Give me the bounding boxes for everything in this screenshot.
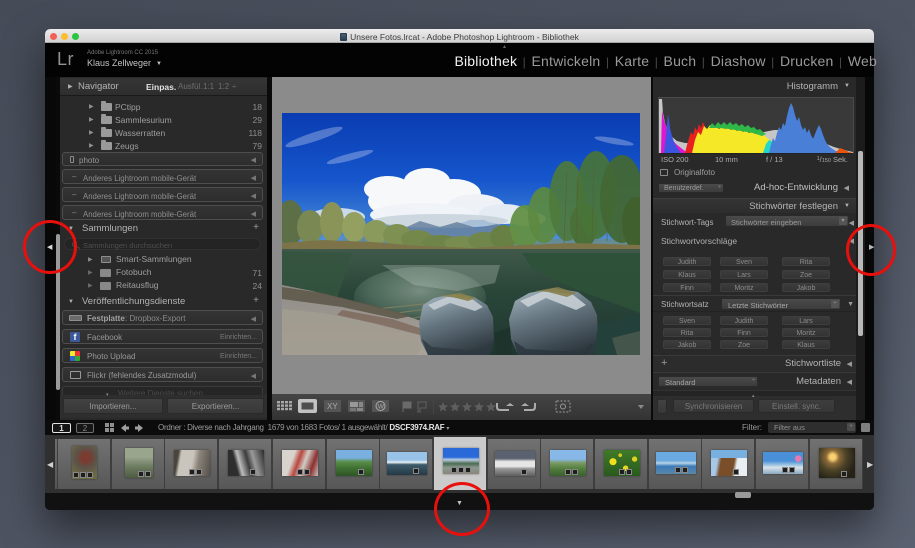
svg-text:XY: XY	[327, 402, 338, 411]
svg-text:W: W	[378, 404, 385, 411]
